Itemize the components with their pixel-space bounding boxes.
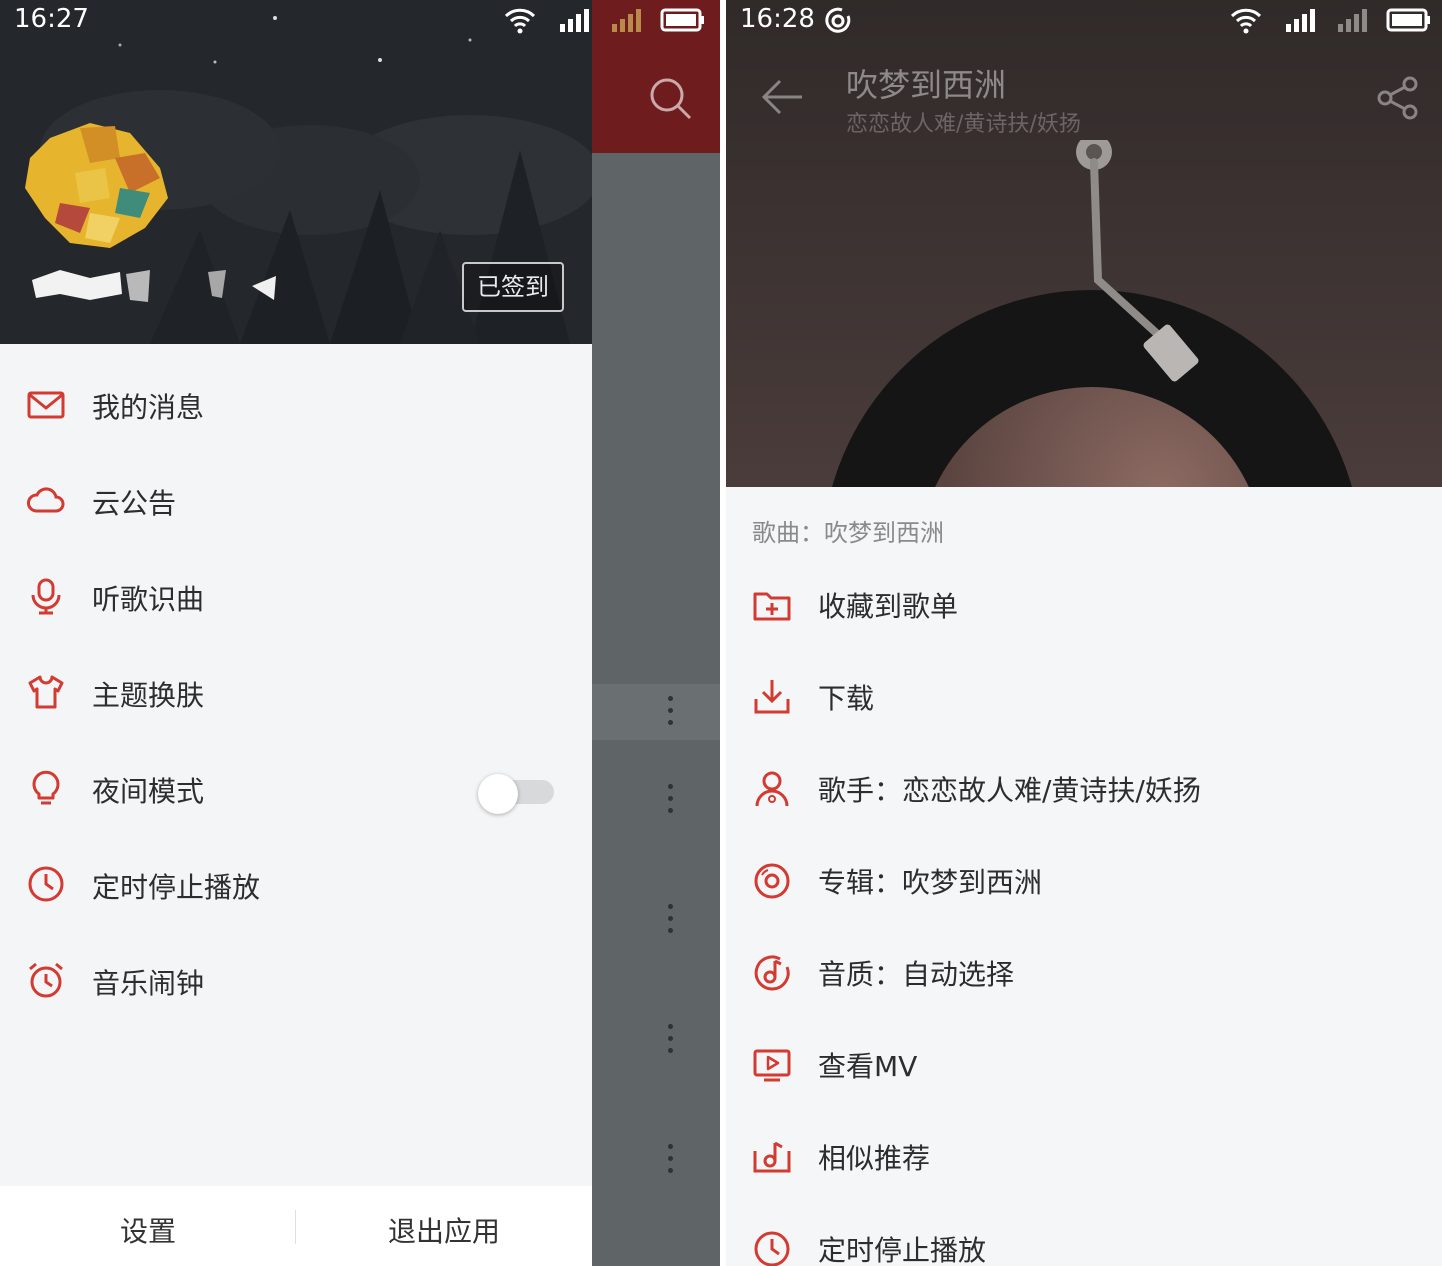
action-label: 下载 [818, 682, 875, 715]
menu-item-label: 云公告 [92, 487, 177, 520]
clock-icon [28, 866, 64, 902]
left-screen: 已签到 我的消息 云公告 听歌识曲 主题换肤 夜间模式 定时停止播放 音乐闹钟 … [0, 0, 720, 1266]
drawer-header: 已签到 [0, 0, 592, 344]
add-folder-icon [753, 592, 791, 621]
more-icon[interactable] [668, 1024, 674, 1058]
status-icons [500, 6, 710, 36]
exit-app-button[interactable]: 退出应用 [296, 1186, 592, 1266]
action-label: 音质：自动选择 [818, 958, 1015, 991]
sheet-heading: 歌曲：吹梦到西洲 [752, 519, 944, 547]
more-icon[interactable] [668, 1144, 674, 1178]
drawer-footer: 设置 退出应用 [0, 1186, 592, 1266]
download-icon [754, 680, 790, 714]
cloud-icon [27, 487, 65, 513]
username [32, 270, 276, 302]
status-bar: 16:27 [0, 0, 720, 40]
song-action-sheet: 歌曲：吹梦到西洲 收藏到歌单 下载 歌手：恋恋故人难/黄诗扶/妖扬 专辑：吹梦到… [726, 487, 1442, 1266]
action-sleep-timer[interactable]: 定时停止播放 [726, 1203, 1442, 1266]
action-label: 专辑：吹梦到西洲 [818, 866, 1043, 899]
toggle-knob [478, 774, 518, 814]
battery-icon [660, 8, 704, 32]
signal-weak-icon [1338, 9, 1367, 32]
alarm-clock-icon [29, 962, 63, 998]
netease-icon [825, 7, 851, 33]
action-label: 收藏到歌单 [818, 590, 959, 623]
album-icon [754, 863, 790, 899]
tonearm [1076, 140, 1199, 382]
action-similar[interactable]: 相似推荐 [726, 1111, 1442, 1203]
avatar[interactable] [20, 118, 170, 258]
microphone-icon [31, 578, 61, 615]
menu-item-song-recognition[interactable]: 听歌识曲 [0, 550, 592, 646]
action-label: 查看MV [818, 1050, 918, 1083]
share-icon[interactable] [1376, 76, 1420, 120]
menu-item-music-alarm[interactable]: 音乐闹钟 [0, 934, 592, 1030]
song-artist: 恋恋故人难/黄诗扶/妖扬 [846, 112, 1081, 137]
timer-icon [754, 1231, 790, 1266]
background-list-row [592, 684, 720, 740]
tshirt-icon [28, 675, 64, 709]
action-label: 定时停止播放 [818, 1234, 987, 1266]
similar-icon [753, 1141, 791, 1173]
more-icon[interactable] [668, 784, 674, 818]
menu-item-label: 定时停止播放 [92, 871, 261, 904]
menu-item-label: 音乐闹钟 [92, 967, 205, 1000]
signed-in-button[interactable]: 已签到 [462, 262, 564, 312]
action-list: 收藏到歌单 下载 歌手：恋恋故人难/黄诗扶/妖扬 专辑：吹梦到西洲 音质：自动选… [726, 559, 1442, 1266]
signal-weak-icon [612, 9, 641, 32]
action-view-mv[interactable]: 查看MV [726, 1019, 1442, 1111]
menu-item-label: 听歌识曲 [92, 583, 205, 616]
mail-icon [27, 391, 65, 419]
right-screen: 吹梦到西洲 恋恋故人难/黄诗扶/妖扬 歌曲：吹梦到西洲 收藏到歌单 下载 歌手：… [726, 0, 1442, 1266]
menu-item-cloud-notice[interactable]: 云公告 [0, 454, 592, 550]
wifi-icon [504, 8, 536, 34]
menu-item-label: 主题换肤 [92, 679, 205, 712]
menu-item-sleep-timer[interactable]: 定时停止播放 [0, 838, 592, 934]
status-time: 16:28 [740, 4, 815, 34]
back-arrow-icon[interactable] [760, 74, 806, 120]
signal-icon [560, 9, 589, 32]
menu-item-night-mode[interactable]: 夜间模式 [0, 742, 592, 838]
action-download[interactable]: 下载 [726, 651, 1442, 743]
action-add-to-playlist[interactable]: 收藏到歌单 [726, 559, 1442, 651]
status-icons [1226, 6, 1436, 36]
action-album[interactable]: 专辑：吹梦到西洲 [726, 835, 1442, 927]
action-label: 歌手：恋恋故人难/黄诗扶/妖扬 [818, 774, 1201, 807]
menu-item-label: 我的消息 [92, 391, 205, 424]
signal-icon [1286, 9, 1315, 32]
mv-icon [753, 1049, 791, 1082]
album-cover [919, 387, 1265, 487]
wifi-icon [1230, 8, 1262, 34]
action-label: 相似推荐 [818, 1142, 931, 1175]
background-main-screen [592, 0, 720, 1266]
night-mode-toggle[interactable] [478, 774, 556, 814]
player-background: 吹梦到西洲 恋恋故人难/黄诗扶/妖扬 [726, 0, 1442, 487]
battery-icon [1386, 8, 1430, 32]
singer-icon [755, 771, 789, 807]
status-time: 16:27 [14, 4, 89, 34]
status-bar: 16:28 [726, 0, 1442, 40]
menu-item-label: 夜间模式 [92, 775, 205, 808]
more-icon[interactable] [668, 696, 674, 730]
song-title: 吹梦到西洲 [846, 66, 1007, 104]
search-icon[interactable] [648, 76, 694, 122]
action-singer[interactable]: 歌手：恋恋故人难/黄诗扶/妖扬 [726, 743, 1442, 835]
menu-item-messages[interactable]: 我的消息 [0, 358, 592, 454]
more-icon[interactable] [668, 904, 674, 938]
quality-icon [754, 955, 790, 991]
drawer-menu: 我的消息 云公告 听歌识曲 主题换肤 夜间模式 定时停止播放 音乐闹钟 [0, 358, 592, 1030]
navigation-drawer: 已签到 我的消息 云公告 听歌识曲 主题换肤 夜间模式 定时停止播放 音乐闹钟 … [0, 0, 592, 1266]
action-audio-quality[interactable]: 音质：自动选择 [726, 927, 1442, 1019]
lightbulb-icon [32, 770, 60, 805]
menu-item-themes[interactable]: 主题换肤 [0, 646, 592, 742]
settings-button[interactable]: 设置 [0, 1186, 296, 1266]
